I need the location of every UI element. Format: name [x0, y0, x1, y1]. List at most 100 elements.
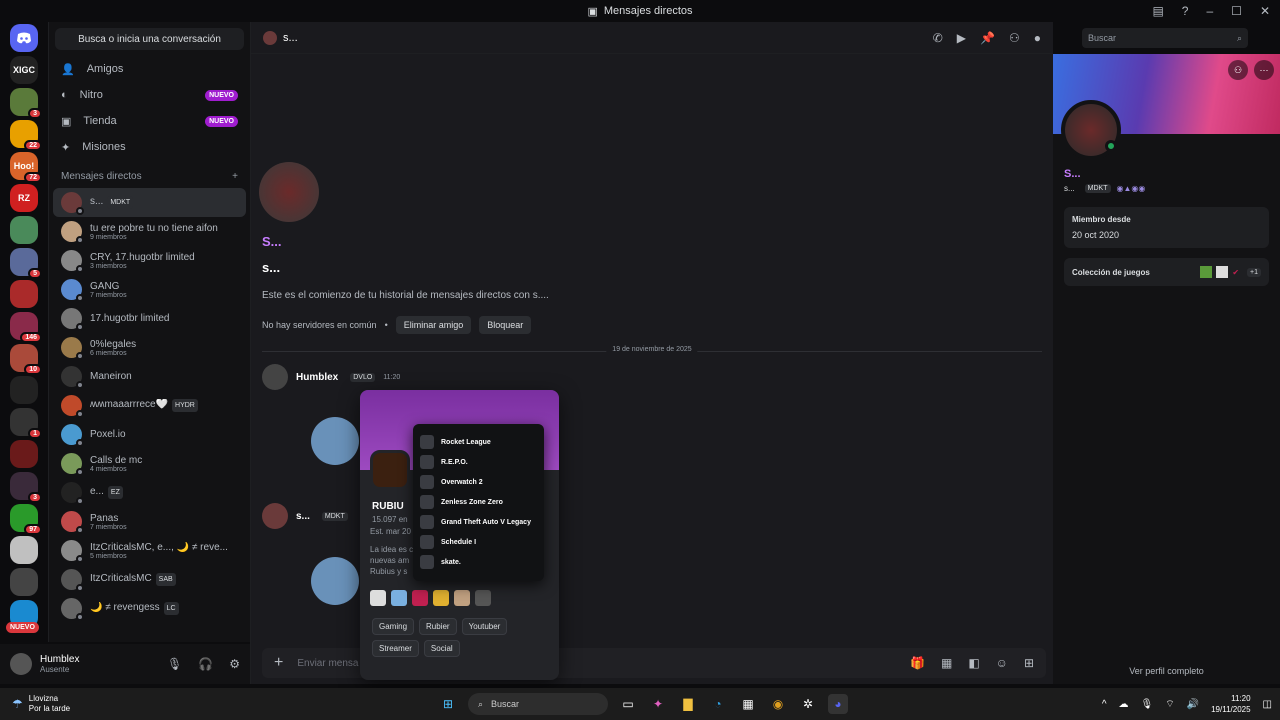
gif-icon[interactable]: ▦ [941, 656, 952, 670]
server-icon[interactable]: Hoo! 72 [10, 152, 42, 183]
author-avatar[interactable] [262, 364, 288, 390]
clock[interactable]: 11:20 19/11/2025 [1211, 693, 1250, 715]
taskbar-search[interactable]: ⌕ Buscar [468, 693, 608, 715]
gift-icon[interactable]: 🎁 [910, 656, 925, 670]
server-icon[interactable]: 146 [10, 312, 42, 343]
headphones-icon[interactable]: 🎧 [198, 657, 213, 671]
volume-icon[interactable]: 🔊 [1187, 699, 1199, 710]
chrome-icon[interactable]: ◉ [768, 694, 788, 714]
chevron-up-icon[interactable]: ^ [1102, 699, 1107, 710]
add-friend-icon[interactable]: ⚇ [1228, 60, 1248, 80]
server-icon[interactable]: 5 [10, 248, 42, 279]
game-icon[interactable] [412, 590, 428, 606]
attach-plus-icon[interactable]: + [274, 654, 283, 672]
server-icon[interactable] [10, 216, 38, 244]
author-name[interactable]: s... [296, 511, 310, 522]
view-full-profile-link[interactable]: Ver perfil completo [1053, 666, 1280, 676]
dm-list-item[interactable]: 17.hugotbr limited [53, 304, 246, 333]
user-avatar[interactable] [10, 653, 32, 675]
server-icon[interactable]: 1 [10, 408, 42, 439]
server-icon[interactable] [10, 536, 38, 564]
apps-icon[interactable]: ⊞ [1024, 656, 1034, 670]
game-icon[interactable] [370, 590, 386, 606]
author-name[interactable]: Humblex [296, 372, 338, 383]
microphone-icon[interactable]: 🎙 [167, 657, 182, 671]
server-icon[interactable]: 22 [10, 120, 42, 151]
dm-list-item[interactable]: CRY, 17.hugotbr limited 3 miembros [53, 246, 246, 275]
dm-list-item[interactable]: ItzCriticalsMC SAB [53, 565, 246, 594]
more-games-icon[interactable] [475, 590, 491, 606]
discord-home-button[interactable] [10, 24, 38, 52]
start-button[interactable]: ⊞ [438, 694, 458, 714]
close-button[interactable]: ✕ [1260, 4, 1270, 18]
wifi-icon[interactable]: ⌔ [1165, 698, 1174, 711]
emoji-icon[interactable]: ☺ [996, 656, 1008, 670]
nav-item-tienda[interactable]: ▣ Tienda NUEVO [49, 108, 250, 134]
add-dm-button[interactable]: + [232, 171, 238, 182]
search-messages-input[interactable]: Buscar ⌕ [1082, 28, 1248, 48]
dm-list-item[interactable]: Panas 7 miembros [53, 507, 246, 536]
server-icon[interactable]: 3 [10, 472, 42, 503]
server-icon[interactable] [10, 280, 38, 308]
task-view-icon[interactable]: ▭ [618, 694, 638, 714]
block-button[interactable]: Bloquear [479, 316, 532, 334]
server-icon[interactable] [10, 568, 38, 596]
minimize-button[interactable]: – [1206, 4, 1213, 18]
edge-icon[interactable]: ◔ [708, 694, 728, 714]
guild-tag[interactable]: DVLO [350, 372, 376, 382]
help-icon[interactable]: ? [1182, 4, 1189, 18]
remove-friend-button[interactable]: Eliminar amigo [395, 316, 472, 334]
game-collection-card[interactable]: Colección de juegos ✔ +1 [1064, 258, 1269, 286]
dm-list-item[interactable]: ItzCriticalsMC, e..., 🌙 ≠ reve... 5 miemb… [53, 536, 246, 565]
voice-call-icon[interactable]: ✆ [933, 31, 943, 45]
more-options-icon[interactable]: ⋯ [1254, 60, 1274, 80]
dm-list-item[interactable]: e... EZ [53, 478, 246, 507]
nav-item-nitro[interactable]: ◐ Nitro NUEVO [49, 82, 250, 108]
maximize-button[interactable]: ☐ [1231, 4, 1242, 18]
author-avatar[interactable] [262, 503, 288, 529]
badges-icon[interactable]: ◉▲◉◉ [1117, 184, 1146, 193]
nav-item-amigos[interactable]: 👤 Amigos [49, 56, 250, 82]
dm-list-item[interactable]: ʍʍmaaarrrece🤍 HYDR [53, 391, 246, 420]
server-icon[interactable]: 3 [10, 88, 42, 119]
dm-list-item[interactable]: Maneiron [53, 362, 246, 391]
guild-tag[interactable]: MDKT [1084, 184, 1111, 193]
dm-list-item[interactable]: s... MDKT [53, 188, 246, 217]
user-profile-icon[interactable]: ● [1034, 31, 1041, 45]
discord-taskbar-icon[interactable]: ◕ [828, 694, 848, 714]
cloud-icon[interactable]: ☁ [1119, 699, 1129, 710]
game-icon[interactable] [454, 590, 470, 606]
dm-list-item[interactable]: Poxel.io [53, 420, 246, 449]
guild-tag[interactable]: MDKT [321, 511, 348, 521]
notifications-icon[interactable]: ◫ [1263, 699, 1272, 710]
server-icon[interactable]: 97 [10, 504, 42, 535]
game-icon[interactable] [433, 590, 449, 606]
game-icon[interactable] [391, 590, 407, 606]
dm-list-item[interactable]: tu ere pobre tu no tiene aifon 9 miembros [53, 217, 246, 246]
conversation-search-button[interactable]: Busca o inicia una conversación [55, 28, 244, 50]
settings-gear-icon[interactable]: ⚙ [229, 657, 240, 671]
dm-list-item[interactable]: GANG 7 miembros [53, 275, 246, 304]
server-icon[interactable]: XIGC [10, 56, 38, 84]
pin-icon[interactable]: 📌 [980, 31, 995, 45]
dm-list-item[interactable]: 🌙 ≠ revengess LC [53, 594, 246, 623]
microphone-icon[interactable]: 🎙 [1141, 699, 1154, 710]
copilot-icon[interactable]: ✦ [648, 694, 668, 714]
file-explorer-icon[interactable]: ▇ [678, 694, 698, 714]
sticker-icon[interactable]: ◧ [968, 656, 979, 670]
store-icon[interactable]: ▦ [738, 694, 758, 714]
server-icon[interactable]: RZ [10, 184, 38, 212]
server-icon[interactable] [10, 376, 38, 404]
server-icon[interactable] [10, 440, 38, 468]
add-friends-icon[interactable]: ⚇ [1009, 31, 1020, 45]
app-icon[interactable]: ✲ [798, 694, 818, 714]
server-icon[interactable]: 10 [10, 344, 42, 375]
message-input[interactable]: Enviar mensa [297, 658, 358, 669]
dm-list-item[interactable]: Calls de mc 4 miembros [53, 449, 246, 478]
nav-item-misiones[interactable]: ✦ Misiones [49, 134, 250, 160]
inbox-button[interactable]: ▤ [1152, 4, 1163, 18]
nuevo-badge[interactable]: NUEVO [6, 622, 39, 633]
dm-list-item[interactable]: 0%legales 6 miembros [53, 333, 246, 362]
weather-widget[interactable]: ☂ Llovizna Por la tarde [12, 694, 70, 714]
video-call-icon[interactable]: ▶ [957, 31, 966, 45]
